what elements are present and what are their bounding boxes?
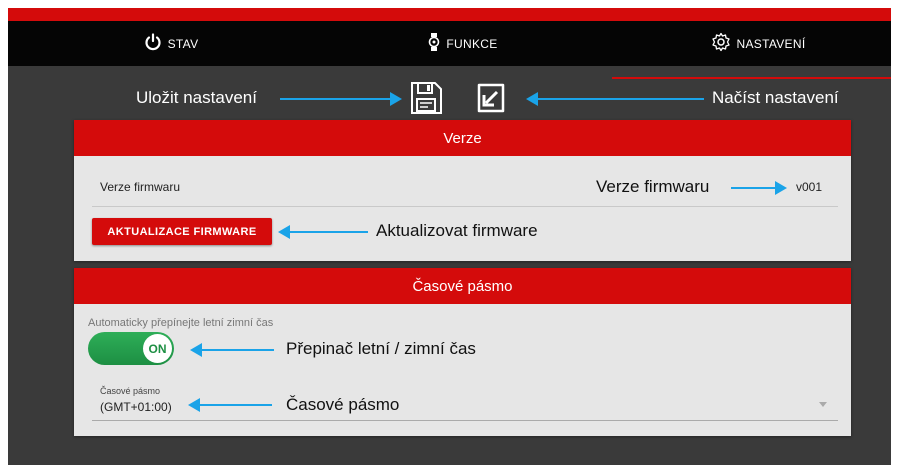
load-icon[interactable] [473,80,509,116]
tab-label: STAV [167,36,199,51]
arrow-left [188,398,272,412]
nav-bar: STAV FUNKCE NASTAVENÍ [8,21,891,79]
top-accent-bar [8,8,891,21]
update-firmware-button[interactable]: AKTUALIZACE FIRMWARE [92,218,272,245]
annotation-dst-switch: Přepinač letní / zimní čas [286,339,476,358]
annotation-save: Uložit nastavení [136,88,257,107]
toggle-knob: ON [143,334,172,363]
timezone-card: Časové pásmo Automaticky přepínejte letn… [74,268,851,436]
app-window: STAV FUNKCE NASTAVENÍ Uložit nastavení N… [8,8,891,465]
chevron-down-icon[interactable] [819,402,827,407]
active-tab-indicator [612,77,891,79]
gear-icon [711,32,737,55]
card-title: Verze [74,120,851,156]
annotation-timezone: Časové pásmo [286,395,400,414]
dst-toggle[interactable]: ON [88,332,174,365]
arrow-left [190,343,274,357]
timezone-field-label: Časové pásmo [100,386,161,396]
timezone-select[interactable]: (GMT+01:00) [100,400,172,414]
card-title: Časové pásmo [74,268,851,304]
arrow-left [278,225,368,239]
power-icon [144,33,168,54]
tab-label: NASTAVENÍ [736,36,806,51]
divider [92,420,838,421]
tab-nastaveni[interactable]: NASTAVENÍ [698,21,818,66]
tab-stav[interactable]: STAV [126,21,216,66]
watch-icon [428,33,446,54]
arrow-right [280,92,402,106]
firmware-version-label: Verze firmwaru [100,180,181,194]
dst-label: Automaticky přepínejte letní zimní čas [88,317,274,329]
divider [92,206,838,207]
arrow-left [526,92,704,106]
annotation-update-firmware: Aktualizovat firmware [376,221,538,240]
tab-funkce[interactable]: FUNKCE [413,21,513,66]
annotation-firmware-version: Verze firmwaru [596,177,710,196]
save-icon[interactable] [408,80,444,116]
arrow-right [731,181,787,195]
version-card: Verze Verze firmwaru Verze firmwaru v001… [74,120,851,261]
firmware-version-value: v001 [796,180,823,194]
annotation-load: Načíst nastavení [712,88,839,107]
tab-label: FUNKCE [446,36,498,51]
